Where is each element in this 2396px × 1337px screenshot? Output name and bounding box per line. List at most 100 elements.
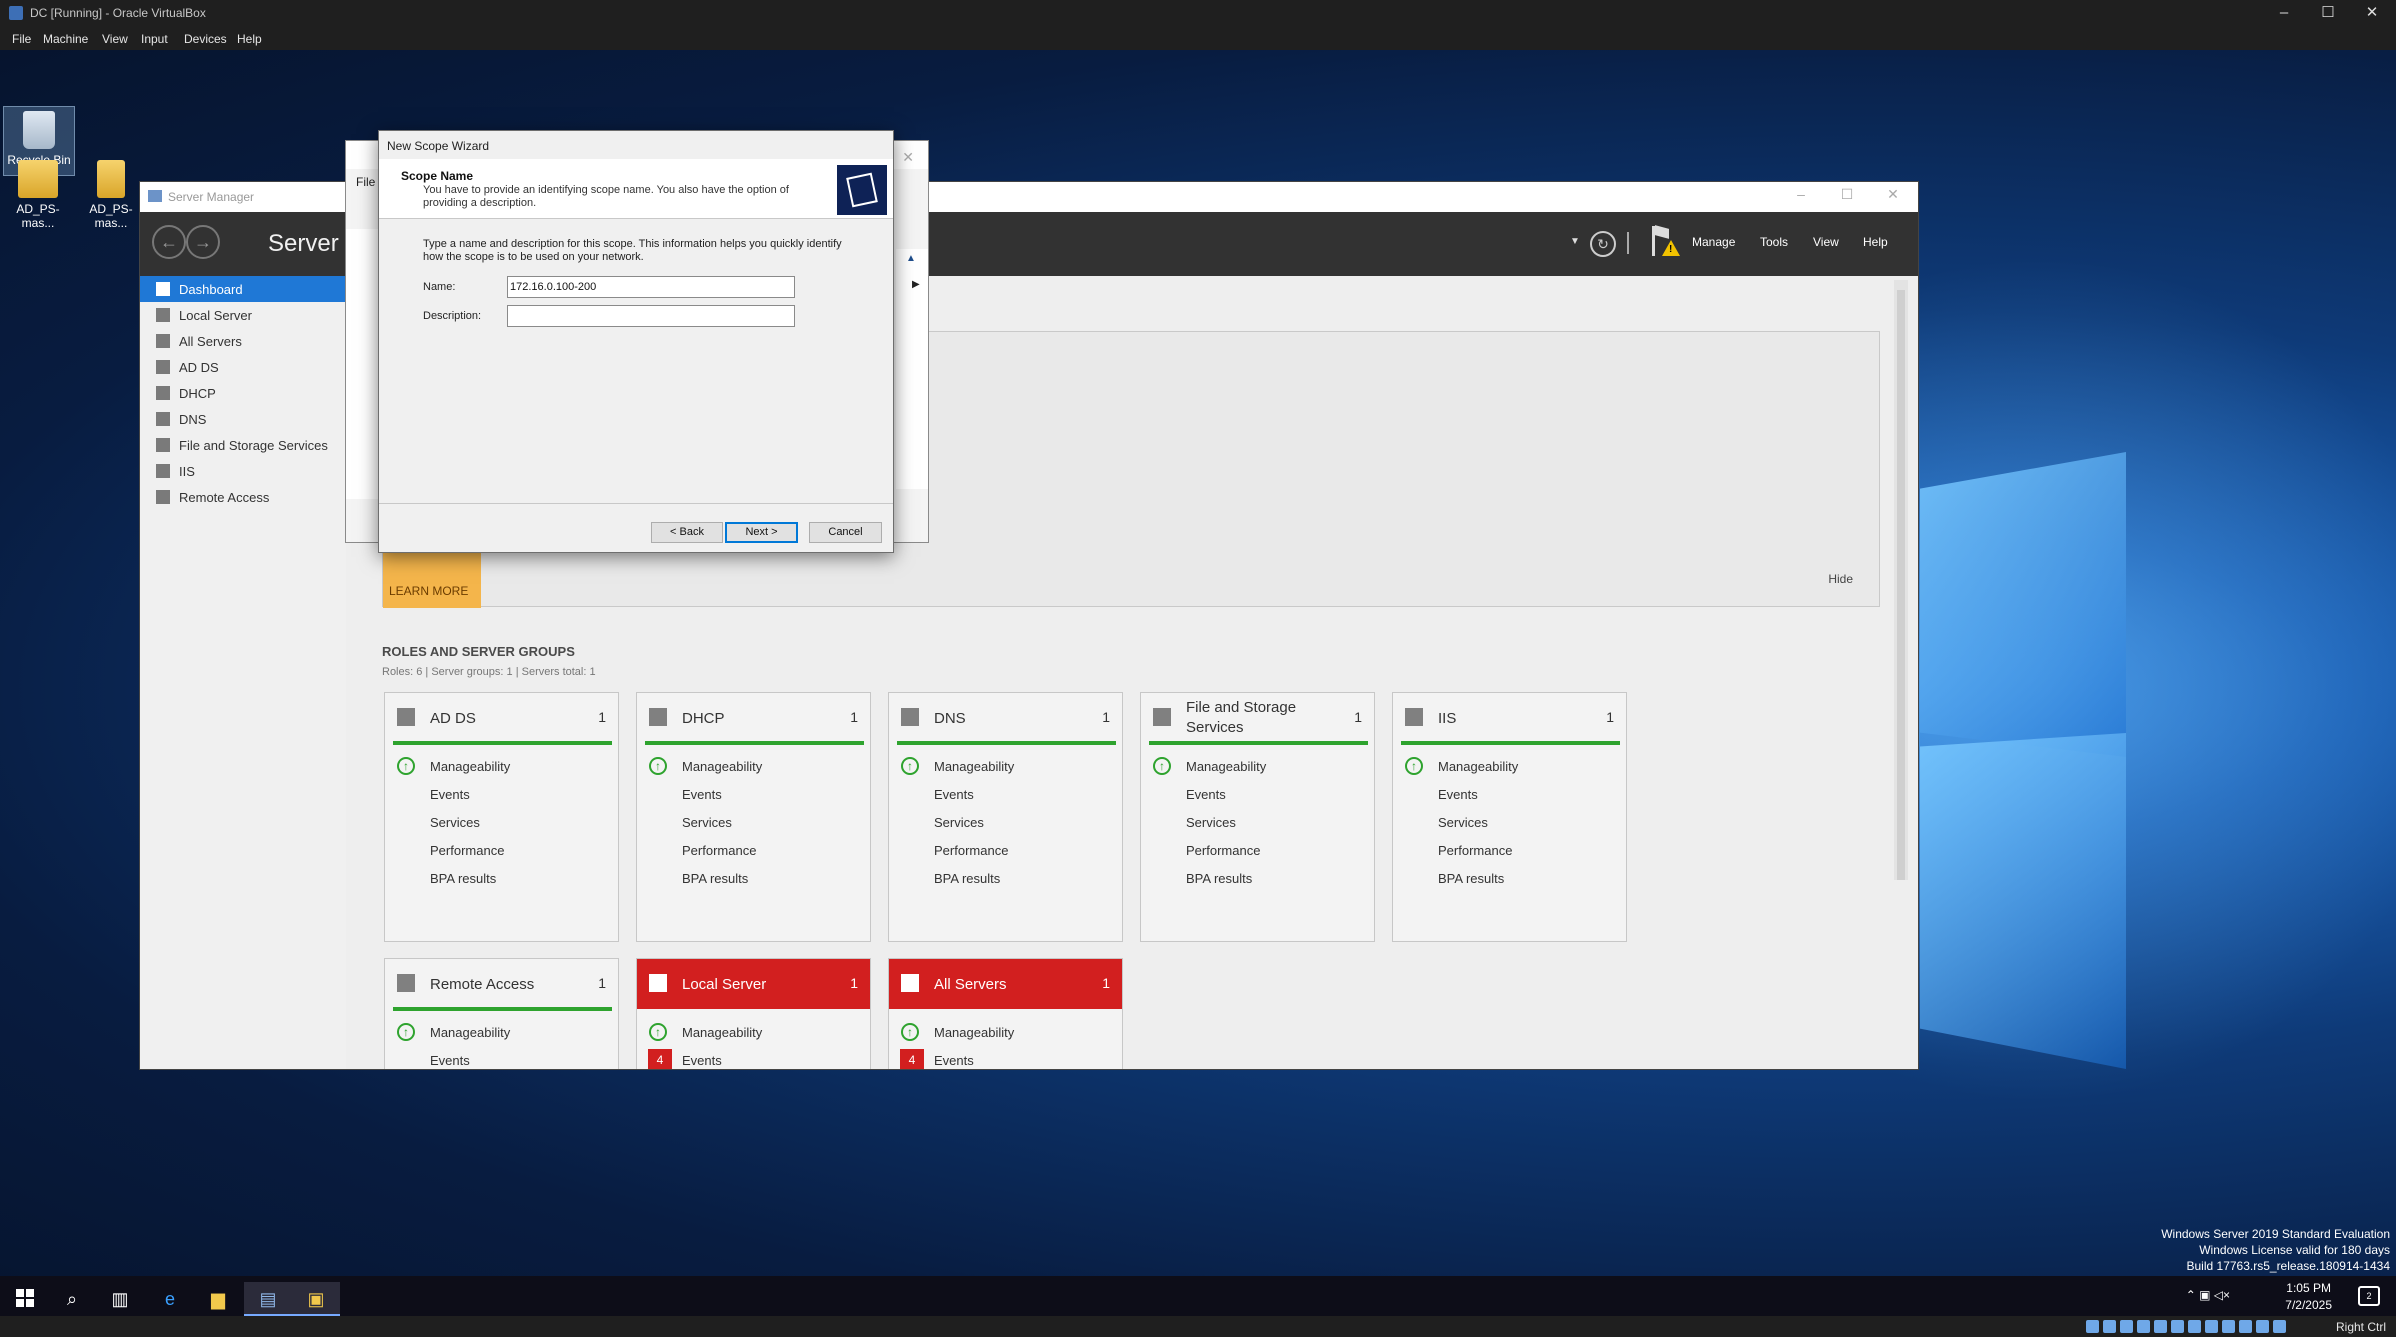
sidebar-item-file-storage[interactable]: File and Storage Services	[140, 432, 346, 458]
start-icon[interactable]	[16, 1289, 34, 1307]
scope-name-input[interactable]	[507, 276, 795, 298]
task-view-icon[interactable]: ▥	[96, 1282, 144, 1316]
expand-right-icon[interactable]: ▶	[912, 279, 920, 290]
next-button[interactable]: Next >	[725, 522, 798, 543]
tile-row[interactable]: ↑ Manageability	[889, 753, 1122, 779]
system-tray-icons[interactable]: ⌃ ▣ ◁×	[2186, 1288, 2230, 1302]
role-tile-dns[interactable]: DNS 1 ↑ Manageability Events Services Perf…	[888, 692, 1123, 942]
role-tile-ad-ds[interactable]: AD DS 1 ↑ Manageability Events Services Pe…	[384, 692, 619, 942]
group-tile-all-servers[interactable]: All Servers 1 ↑ Manageability 4 Events	[888, 958, 1123, 1069]
tile-row[interactable]: ↑ Manageability	[637, 1019, 870, 1045]
learn-more-button[interactable]: LEARN MORE	[383, 552, 481, 608]
action-center-icon[interactable]: 2	[2358, 1286, 2380, 1306]
collapse-up-icon[interactable]: ▲	[906, 253, 916, 264]
back-button[interactable]: < Back	[651, 522, 723, 543]
menu-machine[interactable]: Machine	[43, 32, 88, 46]
dhcp-taskbar-icon[interactable]: ▣	[292, 1282, 340, 1316]
minimize-icon[interactable]: –	[2264, 2, 2304, 24]
close-icon[interactable]: ✕	[1870, 186, 1916, 203]
tile-row[interactable]: Events	[1141, 781, 1374, 807]
search-icon[interactable]: ⌕	[48, 1282, 96, 1316]
dns-icon	[156, 412, 170, 426]
close-icon[interactable]: ✕	[2352, 2, 2392, 24]
tile-row[interactable]: ↑ Manageability	[385, 1019, 618, 1045]
tile-row[interactable]: Services	[637, 809, 870, 835]
forward-icon[interactable]: →	[186, 225, 220, 259]
minimize-icon[interactable]: –	[1778, 186, 1824, 202]
menu-help[interactable]: Help	[1863, 235, 1888, 249]
window-title: Server Manager	[168, 190, 255, 204]
tile-row[interactable]: Events	[385, 1047, 618, 1069]
notifications-flag-icon[interactable]: !	[1650, 225, 1680, 260]
tile-row[interactable]: Services	[889, 809, 1122, 835]
tile-row[interactable]: Performance	[385, 837, 618, 863]
sidebar-item-dashboard[interactable]: Dashboard	[140, 276, 346, 302]
tile-row[interactable]: Events	[385, 781, 618, 807]
menu-view[interactable]: View	[102, 32, 128, 46]
role-tile-iis[interactable]: IIS 1 ↑ Manageability Events Services Perf…	[1392, 692, 1627, 942]
server-manager-taskbar-icon[interactable]: ▤	[244, 1282, 292, 1316]
role-tile-file-storage[interactable]: File and Storage Services 1 ↑ Manageabilit…	[1140, 692, 1375, 942]
menu-file[interactable]: File	[12, 32, 31, 46]
device-status-icons[interactable]	[2082, 1320, 2286, 1337]
tile-row[interactable]: 4 Events	[637, 1047, 870, 1069]
menu-manage[interactable]: Manage	[1692, 235, 1735, 249]
tile-row[interactable]: Performance	[1393, 837, 1626, 863]
clock[interactable]: 1:05 PM 7/2/2025	[2285, 1280, 2332, 1314]
tile-row[interactable]: 4 Events	[889, 1047, 1122, 1069]
back-icon[interactable]: ←	[152, 225, 186, 259]
sidebar-item-ad-ds[interactable]: AD DS	[140, 354, 346, 380]
maximize-icon[interactable]: ☐	[1824, 186, 1870, 203]
sidebar-item-dhcp[interactable]: DHCP	[140, 380, 346, 406]
folder-icon[interactable]: AD_PS-mas...	[2, 154, 74, 230]
tile-row[interactable]: ↑ Manageability	[637, 753, 870, 779]
sidebar: Dashboard Local Server All Servers AD DS…	[140, 276, 346, 1069]
menu-file[interactable]: File	[356, 175, 375, 189]
sidebar-item-remote-access[interactable]: Remote Access	[140, 484, 346, 510]
tile-row[interactable]: Events	[1393, 781, 1626, 807]
tile-row[interactable]: Services	[1393, 809, 1626, 835]
tile-row[interactable]: Performance	[1141, 837, 1374, 863]
description-label: Description:	[423, 310, 482, 322]
tile-row[interactable]: BPA results	[1141, 865, 1374, 891]
sidebar-item-local-server[interactable]: Local Server	[140, 302, 346, 328]
chevron-down-icon[interactable]: ▼	[1570, 236, 1580, 247]
folder-icon[interactable]: AD_PS-mas...	[75, 154, 147, 230]
role-tile-dhcp[interactable]: DHCP 1 ↑ Manageability Events Services Per…	[636, 692, 871, 942]
file-explorer-icon[interactable]: ▆	[194, 1282, 242, 1316]
tile-row[interactable]: BPA results	[385, 865, 618, 891]
sidebar-item-dns[interactable]: DNS	[140, 406, 346, 432]
tile-row[interactable]: Events	[889, 781, 1122, 807]
internet-explorer-icon[interactable]: e	[146, 1282, 194, 1316]
tile-row[interactable]: Services	[1141, 809, 1374, 835]
tile-row[interactable]: ↑ Manageability	[889, 1019, 1122, 1045]
maximize-icon[interactable]: ☐	[2308, 2, 2348, 24]
scope-description-input[interactable]	[507, 305, 795, 327]
cancel-button[interactable]: Cancel	[809, 522, 882, 543]
tile-row[interactable]: Performance	[889, 837, 1122, 863]
tile-row[interactable]: BPA results	[637, 865, 870, 891]
tile-row[interactable]: BPA results	[889, 865, 1122, 891]
menu-tools[interactable]: Tools	[1760, 235, 1788, 249]
group-tile-local-server[interactable]: Local Server 1 ↑ Manageability 4 Events	[636, 958, 871, 1069]
tile-row[interactable]: Performance	[637, 837, 870, 863]
tile-row[interactable]: Events	[637, 781, 870, 807]
menu-input[interactable]: Input	[141, 32, 168, 46]
tile-row[interactable]: ↑ Manageability	[385, 753, 618, 779]
dhcp-icon	[649, 708, 667, 726]
role-tile-remote-access[interactable]: Remote Access 1 ↑ Manageability Events	[384, 958, 619, 1069]
sidebar-item-all-servers[interactable]: All Servers	[140, 328, 346, 354]
sidebar-item-iis[interactable]: IIS	[140, 458, 346, 484]
tile-row[interactable]: ↑ Manageability	[1141, 753, 1374, 779]
tile-row[interactable]: BPA results	[1393, 865, 1626, 891]
menu-help[interactable]: Help	[237, 32, 262, 46]
scrollbar[interactable]	[1894, 280, 1908, 880]
server-manager-icon	[148, 190, 162, 202]
tile-row[interactable]: ↑ Manageability	[1393, 753, 1626, 779]
menu-view[interactable]: View	[1813, 235, 1839, 249]
hide-link[interactable]: Hide	[1828, 572, 1853, 586]
refresh-icon[interactable]: ↻	[1590, 231, 1616, 257]
menu-devices[interactable]: Devices	[184, 32, 227, 46]
tile-row[interactable]: Services	[385, 809, 618, 835]
close-icon[interactable]: ✕	[902, 149, 914, 166]
